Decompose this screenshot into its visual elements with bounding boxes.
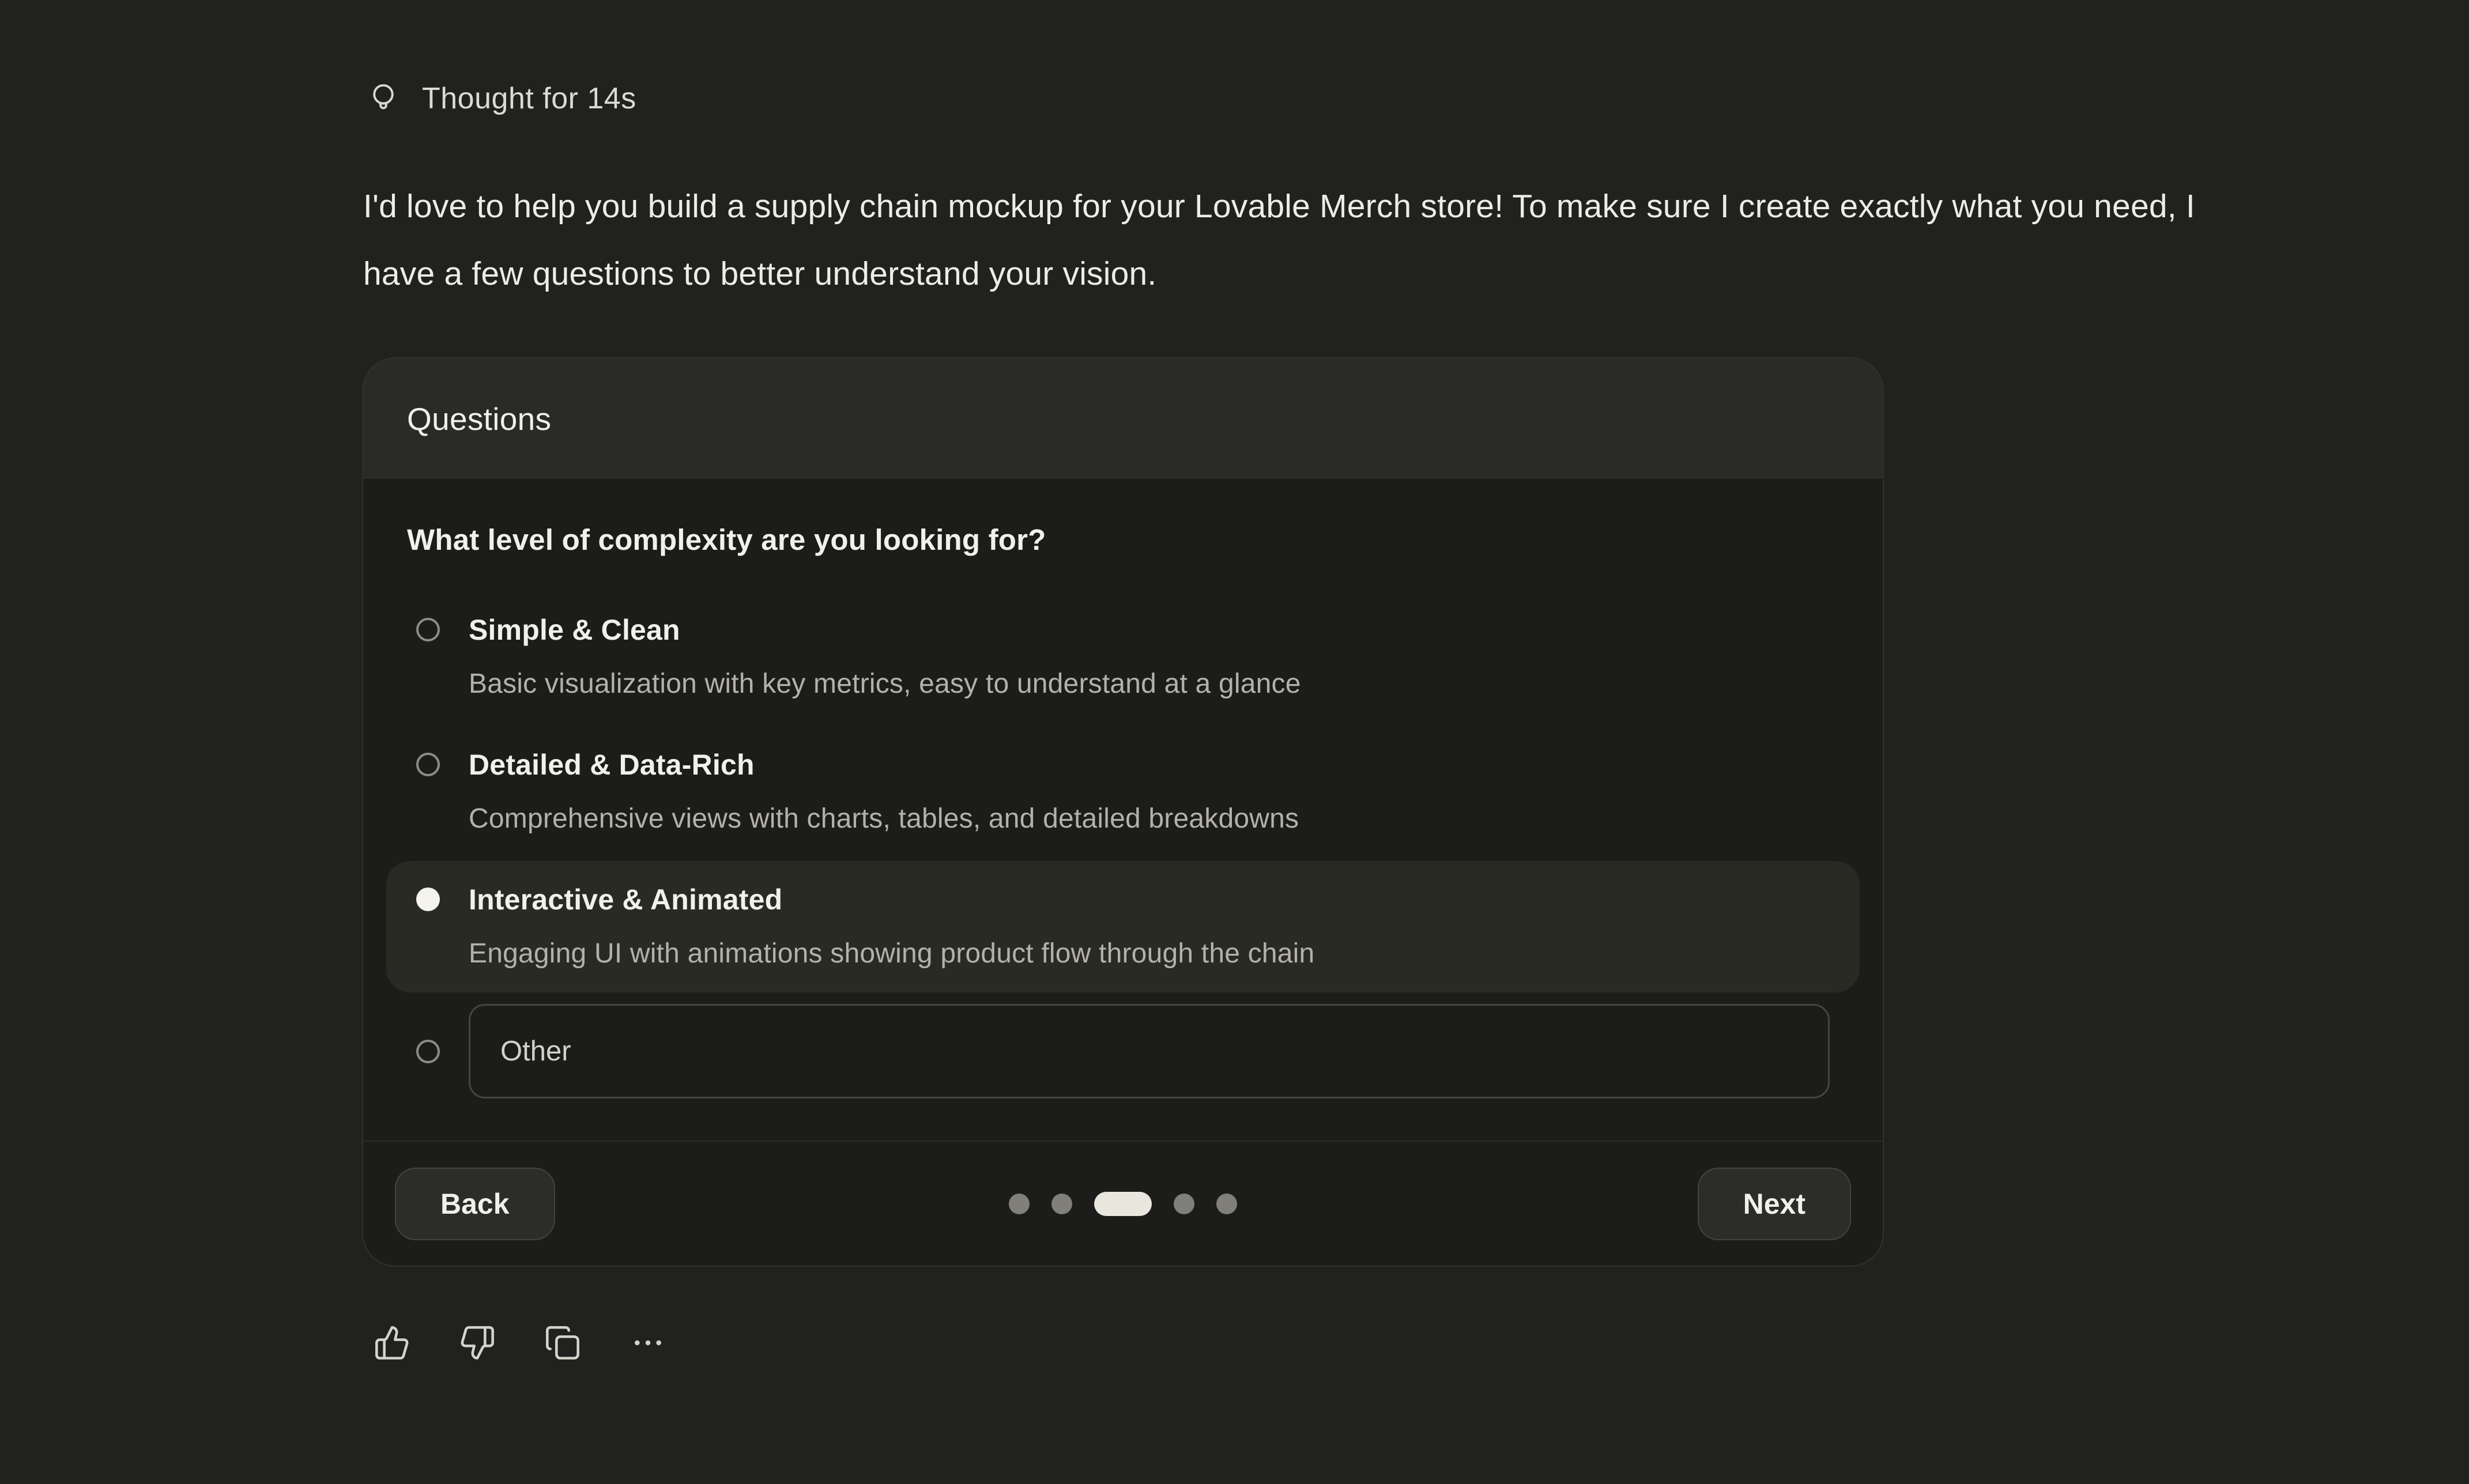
question-text: What level of complexity are you looking… [407, 521, 1840, 559]
option-description: Engaging UI with animations showing prod… [469, 927, 1314, 981]
pagination-dot [1216, 1194, 1237, 1214]
option-other[interactable] [386, 996, 1860, 1107]
questions-card-body: What level of complexity are you looking… [363, 479, 1883, 1107]
thought-label: Thought for 14s [422, 81, 636, 116]
thumbs-up-icon [374, 1324, 410, 1361]
copy-button[interactable] [544, 1324, 581, 1361]
radio-unselected-icon[interactable] [416, 1040, 440, 1063]
back-button[interactable]: Back [395, 1168, 555, 1240]
option-title: Interactive & Animated [469, 873, 1314, 927]
option-interactive-animated[interactable]: Interactive & Animated Engaging UI with … [386, 861, 1860, 992]
option-simple-clean[interactable]: Simple & Clean Basic visualization with … [386, 591, 1860, 723]
option-text: Interactive & Animated Engaging UI with … [469, 873, 1314, 981]
pagination-dot [1051, 1194, 1072, 1214]
lightbulb-icon [365, 81, 401, 116]
thumbs-down-icon [459, 1324, 496, 1361]
questions-card: Questions What level of complexity are y… [362, 357, 1884, 1267]
chat-message-area: Thought for 14s I'd love to help you bui… [0, 0, 2469, 1484]
radio-unselected-icon[interactable] [416, 618, 440, 641]
thumbs-up-button[interactable] [374, 1324, 410, 1361]
pagination-active-pill [1094, 1192, 1152, 1216]
thought-toggle[interactable]: Thought for 14s [365, 81, 636, 116]
message-actions [374, 1324, 666, 1361]
next-button[interactable]: Next [1698, 1168, 1851, 1240]
pagination-dots [1009, 1192, 1237, 1216]
option-description: Basic visualization with key metrics, ea… [469, 657, 1301, 711]
radio-selected-icon[interactable] [416, 888, 440, 911]
ellipsis-icon [629, 1324, 666, 1361]
thumbs-down-button[interactable] [459, 1324, 496, 1361]
card-footer: Back Next [363, 1141, 1883, 1266]
other-option-input[interactable] [469, 1004, 1830, 1098]
questions-card-header: Questions [363, 358, 1883, 479]
options-list: Simple & Clean Basic visualization with … [406, 591, 1840, 1107]
option-title: Detailed & Data-Rich [469, 738, 1299, 792]
option-description: Comprehensive views with charts, tables,… [469, 792, 1299, 846]
radio-unselected-icon[interactable] [416, 753, 440, 776]
pagination-dot [1009, 1194, 1030, 1214]
copy-icon [544, 1324, 581, 1361]
pagination-dot [1174, 1194, 1194, 1214]
more-options-button[interactable] [629, 1324, 666, 1361]
option-text: Simple & Clean Basic visualization with … [469, 603, 1301, 711]
card-title: Questions [407, 401, 551, 437]
option-text: Detailed & Data-Rich Comprehensive views… [469, 738, 1299, 846]
option-title: Simple & Clean [469, 603, 1301, 657]
assistant-message-text: I'd love to help you build a supply chai… [363, 173, 2234, 308]
option-detailed-data-rich[interactable]: Detailed & Data-Rich Comprehensive views… [386, 726, 1860, 858]
